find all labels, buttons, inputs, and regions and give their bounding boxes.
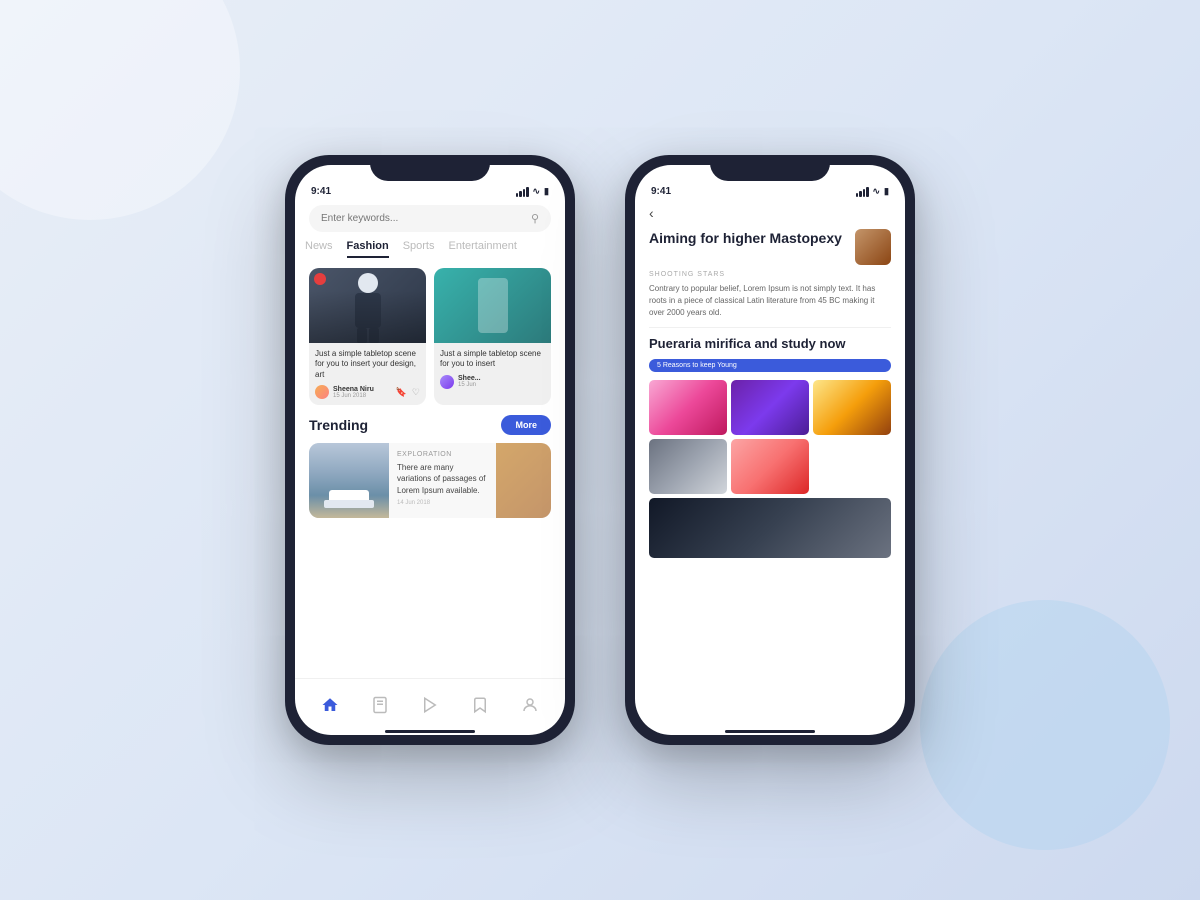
author-2-date: 15 Jun [458,382,481,388]
phone1-content: ⚲ News Fashion Sports Entertainment [295,201,565,735]
author-2-name: Shee... [458,375,481,382]
article-2-tag: 5 Reasons to keep Young [649,359,891,372]
photo-5 [731,439,809,494]
nav-bookmarks[interactable] [371,696,389,714]
tab-sports[interactable]: Sports [403,240,435,258]
signal-icon [516,187,529,197]
bottom-nav [295,678,565,730]
wifi-icon: ∿ [533,186,541,197]
trending-category: EXPLORATION [397,451,488,458]
trending-image-right [496,443,551,518]
card-1-actions: 🔖 ♡ [396,387,420,398]
trending-header: Trending More [309,415,551,435]
bg-decoration-1 [0,0,240,220]
time-2: 9:41 [651,186,671,197]
author-1-date: 15 Jun 2018 [333,393,374,399]
photo-1 [649,380,727,435]
more-button[interactable]: More [501,415,551,435]
article-1-thumb [855,229,891,265]
home-bar-2 [725,730,815,733]
article-1-category: SHOOTING STARS [635,271,905,278]
card-1[interactable]: Just a simple tabletop scene for you to … [309,268,426,405]
trending-desc: There are many variations of passages of… [397,462,488,496]
home-bar-1 [385,730,475,733]
phone-1: 9:41 ∿ ▮ ⚲ News Fashion [285,155,575,745]
card-2-meta: Shee... 15 Jun [440,375,545,389]
trending-date: 14 Jun 2018 [397,500,488,506]
card-2-text: Just a simple tabletop scene for you to … [434,343,551,395]
bg-decoration-2 [920,600,1170,850]
nav-play[interactable] [421,696,439,714]
tabs-row: News Fashion Sports Entertainment [295,240,565,258]
tab-entertainment[interactable]: Entertainment [448,240,516,258]
time-1: 9:41 [311,186,331,197]
photo-grid [635,380,905,558]
card-1-text: Just a simple tabletop scene for you to … [309,343,426,405]
photo-6-wide [649,498,891,558]
status-icons-1: ∿ ▮ [516,186,550,197]
author-2-avatar [440,375,454,389]
wifi-icon-2: ∿ [873,186,881,197]
photo-2-overlay [731,380,809,435]
status-icons-2: ∿ ▮ [856,186,890,197]
nav-saved[interactable] [471,696,489,714]
card-1-author: Sheena Niru 15 Jun 2018 [315,385,374,399]
nav-home[interactable] [321,696,339,714]
search-icon: ⚲ [531,212,539,225]
author-1-avatar [315,385,329,399]
heart-icon[interactable]: ♡ [412,387,420,398]
nav-profile[interactable] [521,696,539,714]
battery-icon-2: ▮ [884,186,889,197]
trending-image [309,443,389,518]
article-2-title: Pueraria mirifica and study now [635,336,905,353]
signal-icon-2 [856,187,869,197]
card-1-title: Just a simple tabletop scene for you to … [315,349,420,380]
back-button[interactable]: ‹ [649,205,654,221]
back-header: ‹ [635,201,905,223]
card-2-author: Shee... 15 Jun [440,375,481,389]
card-1-image [309,268,426,343]
phone-1-screen: 9:41 ∿ ▮ ⚲ News Fashion [295,165,565,735]
trending-title: Trending [309,417,368,433]
photo-3 [813,380,891,435]
article-1-body: Contrary to popular belief, Lorem Ipsum … [635,283,905,319]
author-2-info: Shee... 15 Jun [458,375,481,388]
article-1-header: Aiming for higher Mastopexy [635,223,905,271]
phone-2: 9:41 ∿ ▮ ‹ Aiming for higher Mastopexy [625,155,915,745]
van-shape [329,490,369,508]
home-indicator-2 [635,730,905,735]
search-input[interactable] [321,213,523,224]
tab-news[interactable]: News [305,240,333,258]
phone-2-screen: 9:41 ∿ ▮ ‹ Aiming for higher Mastopexy [635,165,905,735]
photo-1-overlay [649,380,727,435]
trending-card[interactable]: EXPLORATION There are many variations of… [309,443,551,518]
trending-text: EXPLORATION There are many variations of… [389,443,496,518]
author-1-info: Sheena Niru 15 Jun 2018 [333,386,374,399]
tab-fashion[interactable]: Fashion [347,240,389,258]
divider-1 [649,327,891,328]
article-1-title: Aiming for higher Mastopexy [649,229,847,247]
phone2-content: ‹ Aiming for higher Mastopexy SHOOTING S… [635,201,905,735]
search-bar[interactable]: ⚲ [309,205,551,232]
trending-section: Trending More EXPLORATION There are many… [295,405,565,678]
card-2-title: Just a simple tabletop scene for you to … [440,349,545,370]
card-2[interactable]: Just a simple tabletop scene for you to … [434,268,551,405]
home-indicator-1 [295,730,565,735]
phones-container: 9:41 ∿ ▮ ⚲ News Fashion [285,155,915,745]
card-1-meta: Sheena Niru 15 Jun 2018 🔖 ♡ [315,385,420,399]
battery-icon: ▮ [544,186,549,197]
notch-2 [710,155,830,181]
card-2-image [434,268,551,343]
notch-1 [370,155,490,181]
cards-row: Just a simple tabletop scene for you to … [295,268,565,405]
bookmark-icon[interactable]: 🔖 [396,387,407,398]
photo-4 [649,439,727,494]
photo-2 [731,380,809,435]
author-1-name: Sheena Niru [333,386,374,393]
